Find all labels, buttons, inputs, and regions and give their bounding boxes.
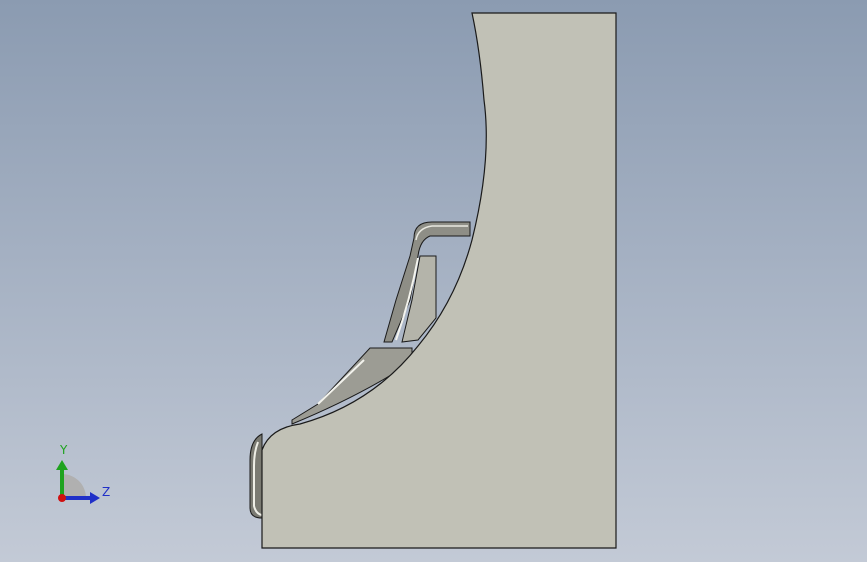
y-axis-label: Y (60, 443, 68, 457)
triad-quadrant (62, 474, 86, 498)
graphics-viewport[interactable]: Y Z (0, 0, 867, 562)
triad-graphic (56, 460, 100, 504)
main-body-face (261, 12, 617, 549)
z-axis-label: Z (102, 485, 111, 499)
coordinate-triad: Y Z (40, 440, 120, 510)
y-axis-arrowhead (56, 460, 68, 470)
triad-origin (58, 494, 66, 502)
model-part[interactable] (0, 0, 867, 562)
z-axis-arrowhead (90, 492, 100, 504)
